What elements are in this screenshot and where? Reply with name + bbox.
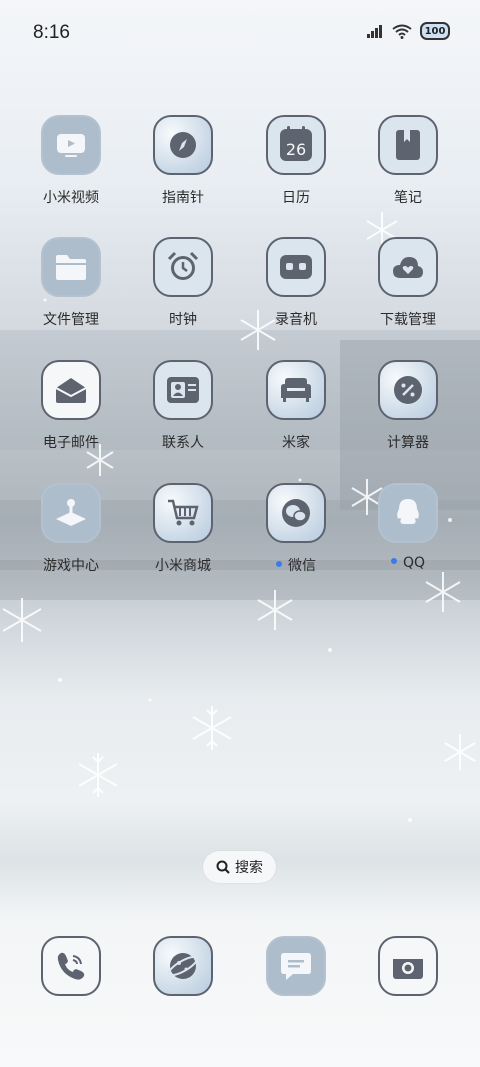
app-label: 录音机 [275, 312, 317, 328]
search-button[interactable]: 搜索 [203, 851, 276, 883]
app-downloads[interactable]: 下载管理 [352, 237, 464, 329]
app-icon: 26 [266, 115, 326, 175]
signal-icon [367, 25, 382, 38]
app-mijia[interactable]: 米家 [240, 360, 352, 452]
app-label: 游戏中心 [43, 558, 99, 574]
app-icon [378, 936, 438, 996]
calendar-day: 26 [285, 140, 307, 159]
wechat-icon [282, 499, 310, 527]
app-icon [41, 115, 101, 175]
app-label: 米家 [282, 435, 310, 451]
notebook-icon [396, 130, 420, 160]
app-icon [153, 483, 213, 543]
recorder-icon [280, 255, 312, 279]
dock-phone[interactable] [15, 936, 127, 996]
app-label: QQ [352, 555, 464, 571]
battery-icon: 100 [420, 22, 450, 40]
app-email[interactable]: 电子邮件 [15, 360, 127, 452]
search-icon [216, 860, 230, 874]
app-label: 文件管理 [43, 312, 99, 328]
qq-penguin-icon [397, 499, 419, 524]
wifi-icon [392, 24, 412, 39]
app-qq[interactable]: QQ [352, 483, 464, 571]
app-label: 小米商城 [155, 558, 211, 574]
tv-icon [57, 134, 85, 157]
phone-icon [57, 952, 85, 980]
notification-dot [390, 558, 397, 564]
dock-browser[interactable] [127, 936, 239, 996]
dock-camera[interactable] [352, 936, 464, 996]
message-icon [281, 953, 311, 980]
app-icon [378, 115, 438, 175]
app-label: 笔记 [394, 190, 422, 206]
cloud-download-icon [393, 257, 423, 278]
app-label: 下载管理 [380, 312, 436, 328]
app-notes[interactable]: 笔记 [352, 115, 464, 207]
shopping-cart-icon [168, 499, 199, 526]
app-label: 计算器 [387, 435, 429, 451]
app-icon [266, 936, 326, 996]
app-contacts[interactable]: 联系人 [127, 360, 239, 452]
app-icon [153, 237, 213, 297]
app-compass[interactable]: 指南针 [127, 115, 239, 207]
app-label: 时钟 [169, 312, 197, 328]
app-clock[interactable]: 时钟 [127, 237, 239, 329]
app-icon [153, 115, 213, 175]
app-recorder[interactable]: 录音机 [240, 237, 352, 329]
app-icon [41, 936, 101, 996]
alarm-clock-icon [167, 251, 199, 280]
calculator-icon [394, 376, 422, 404]
app-label: 小米视频 [43, 190, 99, 206]
camera-icon [393, 954, 423, 979]
app-icon [41, 360, 101, 420]
app-icon [378, 360, 438, 420]
app-mi-video[interactable]: 小米视频 [15, 115, 127, 207]
dock-messages[interactable] [240, 936, 352, 996]
app-label: 电子邮件 [43, 435, 99, 451]
app-icon [41, 237, 101, 297]
app-icon [153, 360, 213, 420]
app-icon [266, 360, 326, 420]
app-label: 日历 [282, 190, 310, 206]
app-label: 微信 [240, 555, 352, 575]
app-icon [378, 237, 438, 297]
app-label: 联系人 [162, 435, 204, 451]
app-calculator[interactable]: 计算器 [352, 360, 464, 452]
app-file-manager[interactable]: 文件管理 [15, 237, 127, 329]
battery-level: 100 [424, 25, 446, 37]
folder-icon [56, 255, 86, 280]
app-icon [41, 483, 101, 543]
notification-dot [276, 561, 282, 567]
status-bar: 8:16 100 [0, 0, 480, 70]
app-mi-store[interactable]: 小米商城 [127, 483, 239, 575]
contact-card-icon [167, 377, 199, 403]
compass-icon [170, 132, 196, 158]
browser-icon [167, 953, 199, 979]
app-label: 指南针 [162, 190, 204, 206]
app-game-center[interactable]: 游戏中心 [15, 483, 127, 575]
app-icon [153, 936, 213, 996]
search-label: 搜索 [235, 860, 263, 876]
calendar-icon: 26 [280, 126, 312, 161]
app-wechat[interactable]: 微信 [240, 483, 352, 575]
app-icon [266, 237, 326, 297]
app-calendar[interactable]: 26 日历 [240, 115, 352, 207]
joystick-icon [56, 499, 86, 526]
app-icon [378, 483, 438, 543]
sofa-icon [281, 378, 311, 402]
app-icon [266, 483, 326, 543]
status-time: 8:16 [33, 22, 70, 43]
mail-icon [55, 378, 87, 403]
